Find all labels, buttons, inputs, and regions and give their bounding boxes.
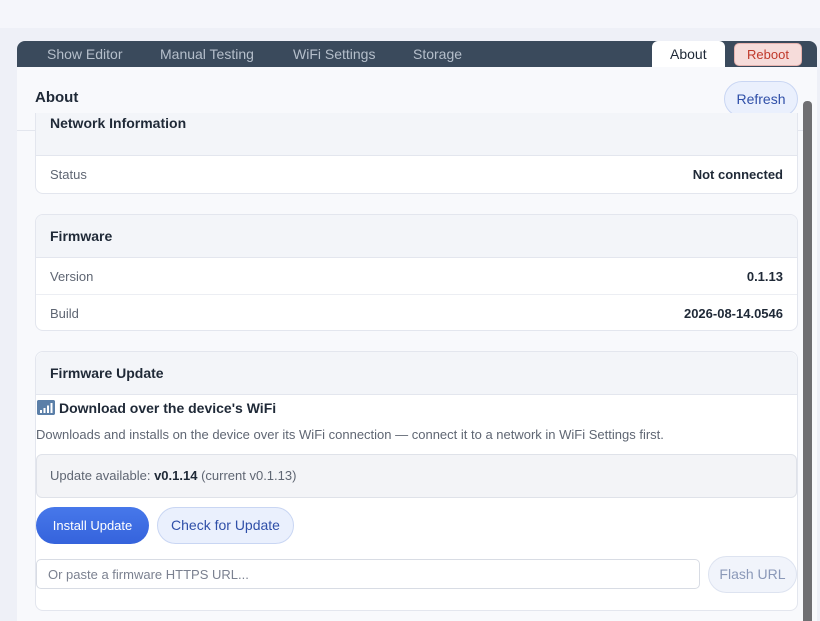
tab-manual-testing[interactable]: Manual Testing bbox=[160, 41, 254, 67]
status-value: Not connected bbox=[692, 167, 783, 182]
firmware-update-title: Firmware Update bbox=[36, 352, 797, 395]
check-for-update-button[interactable]: Check for Update bbox=[157, 507, 294, 544]
app-window: Show Editor Manual Testing WiFi Settings… bbox=[17, 41, 817, 621]
available-version: v0.1.14 bbox=[154, 468, 198, 483]
flash-url-button[interactable]: Flash URL bbox=[708, 556, 797, 593]
download-title: Download over the device's WiFi bbox=[37, 400, 276, 416]
network-card: Network Information Status Not connected bbox=[35, 113, 798, 194]
scrollbar[interactable] bbox=[803, 101, 812, 621]
reboot-button[interactable]: Reboot bbox=[734, 43, 802, 66]
tab-show-editor[interactable]: Show Editor bbox=[47, 41, 122, 67]
version-key: Version bbox=[50, 269, 94, 284]
status-key: Status bbox=[50, 167, 87, 182]
firmware-card-title: Firmware bbox=[36, 215, 797, 258]
firmware-url-input[interactable] bbox=[36, 559, 700, 589]
version-value: 0.1.13 bbox=[746, 269, 783, 284]
tab-about[interactable]: About bbox=[652, 41, 725, 67]
build-key: Build bbox=[50, 306, 79, 321]
download-description: Downloads and installs on the device ove… bbox=[36, 427, 664, 442]
page-title: About bbox=[35, 89, 79, 106]
signal-bars-icon bbox=[37, 400, 55, 415]
version-row: Version 0.1.13 bbox=[36, 258, 797, 295]
build-row: Build 2026-08-14.0546 bbox=[36, 295, 797, 330]
build-value: 2026-08-14.0546 bbox=[683, 306, 783, 321]
tab-wifi-settings[interactable]: WiFi Settings bbox=[293, 41, 375, 67]
tab-bar: Show Editor Manual Testing WiFi Settings… bbox=[17, 41, 817, 67]
update-available-box: Update available: v0.1.14 (current v0.1.… bbox=[36, 454, 797, 498]
available-suffix: (current v0.1.13) bbox=[197, 468, 297, 483]
refresh-button[interactable]: Refresh bbox=[724, 81, 798, 117]
top-band bbox=[0, 0, 820, 28]
network-card-title: Network Information bbox=[36, 113, 797, 156]
firmware-card: Firmware Version 0.1.13 Build 2026-08-14… bbox=[35, 214, 798, 331]
network-status-row: Status Not connected bbox=[36, 156, 797, 193]
tab-storage[interactable]: Storage bbox=[413, 41, 462, 67]
download-title-text: Download over the device's WiFi bbox=[59, 400, 277, 416]
install-update-button[interactable]: Install Update bbox=[36, 507, 149, 544]
firmware-update-card: Firmware Update Download over the device… bbox=[35, 351, 798, 611]
available-prefix: Update available: bbox=[50, 468, 155, 483]
